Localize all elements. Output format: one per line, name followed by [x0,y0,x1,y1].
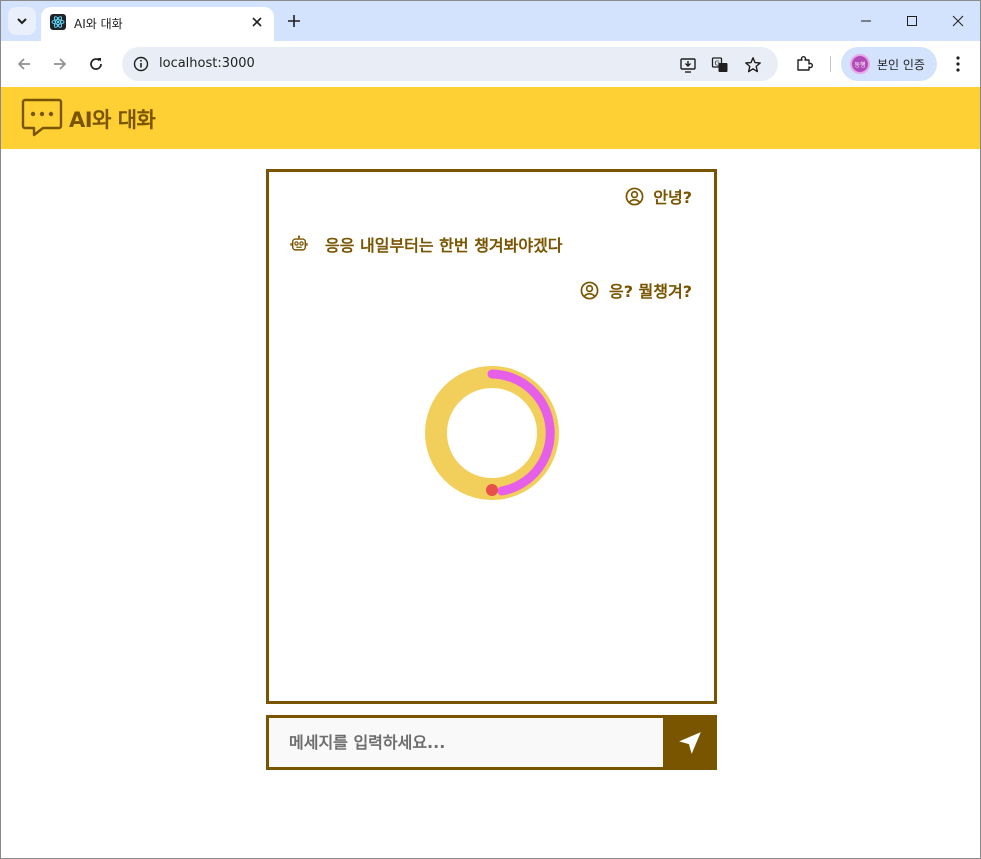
message-text: 응? 뭘챙겨? [608,282,692,301]
avatar: 동행 [850,54,870,74]
arrow-right-icon [54,58,67,70]
message-input[interactable] [266,715,665,770]
message-text: 안녕? [653,188,692,207]
message-composer [266,715,717,770]
user-message: 응? 뭘챙겨? [580,278,692,302]
chat-bubble-icon [21,98,63,137]
plus-icon [288,15,300,27]
url-text: localhost:3000 [159,56,255,71]
robot-icon [289,234,309,254]
minimize-icon [861,20,871,22]
tab-search-button[interactable] [8,7,36,35]
profile-button[interactable]: 동행 본인 인증 [841,47,937,81]
browser-toolbar: localhost:3000 G 동행 본인 인증 [1,41,980,87]
puzzle-icon [797,56,813,71]
window-close-button[interactable] [943,6,973,36]
bookmark-star-icon[interactable] [742,54,764,76]
maximize-button[interactable] [897,6,927,36]
arrow-left-icon [17,58,30,70]
back-button[interactable] [10,50,38,78]
svg-text:G: G [715,60,720,68]
site-info-icon[interactable] [131,54,151,74]
user-circle-icon [624,186,644,206]
browser-tab-bar: AI와 대화 [1,1,980,41]
translate-icon[interactable]: G [709,54,731,76]
message-text: 응응 내일부터는 한번 챙겨봐야겠다 [325,236,563,255]
loading-spinner [425,366,559,500]
browser-tab-active[interactable]: AI와 대화 [41,7,274,41]
user-circle-icon [580,280,600,300]
page-title: AI와 대화 [69,108,156,132]
profile-label: 본인 인증 [877,58,925,72]
extensions-button[interactable] [792,53,816,75]
bot-message: 응응 내일부터는 한번 챙겨봐야겠다 [289,232,563,256]
send-button[interactable] [663,715,717,770]
tab-close-button[interactable] [247,12,267,32]
chevron-down-icon [17,18,27,25]
reload-button[interactable] [82,50,110,78]
chat-messages-panel[interactable]: 안녕? 응응 내일부터는 한번 챙겨봐야겠다 응? 뭘챙겨? [266,169,717,704]
minimize-button[interactable] [851,6,881,36]
close-icon [252,17,262,27]
address-bar[interactable]: localhost:3000 G [122,47,778,81]
send-arrow-icon [679,731,701,754]
new-tab-button[interactable] [283,10,305,32]
react-favicon-icon [50,14,66,30]
app-header: AI와 대화 [1,87,980,149]
tab-title: AI와 대화 [74,17,123,31]
install-app-icon[interactable] [677,54,699,76]
maximize-icon [907,16,917,26]
forward-button[interactable] [46,50,74,78]
toolbar-separator [830,56,831,72]
more-vert-icon [956,56,960,72]
browser-menu-button[interactable] [946,52,970,76]
close-icon [952,15,964,27]
reload-icon [90,58,102,70]
user-message: 안녕? [624,184,692,208]
